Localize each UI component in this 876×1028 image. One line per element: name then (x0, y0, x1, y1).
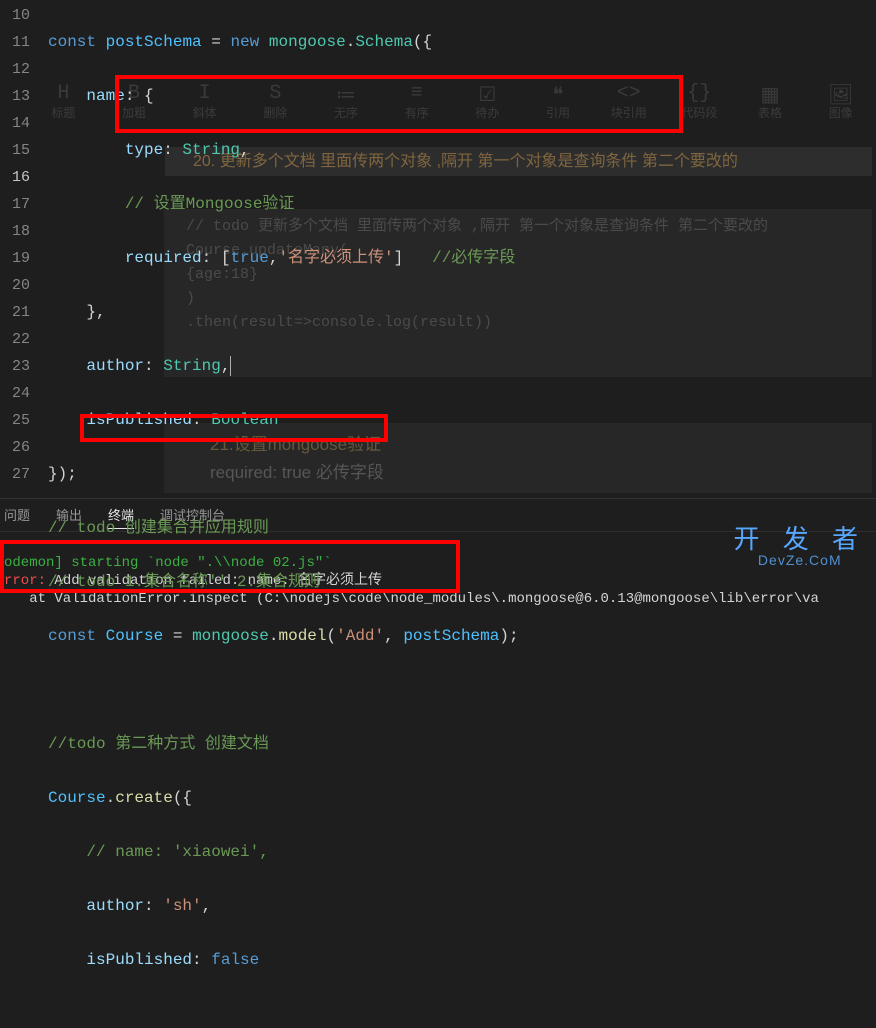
tab-problems[interactable]: 问题 (4, 505, 30, 529)
text-cursor (230, 356, 231, 376)
code-content[interactable]: const postSchema = new mongoose.Schema({… (48, 0, 876, 498)
line-number-gutter[interactable]: 10 11 12 13 14 15 16 17 18 19 20 21 22 2… (0, 0, 48, 498)
code-editor[interactable]: H标题 B加粗 I斜体 S删除 ≔无序 ≡有序 ☑待办 ❝引用 <>块引用 {}… (0, 0, 876, 498)
